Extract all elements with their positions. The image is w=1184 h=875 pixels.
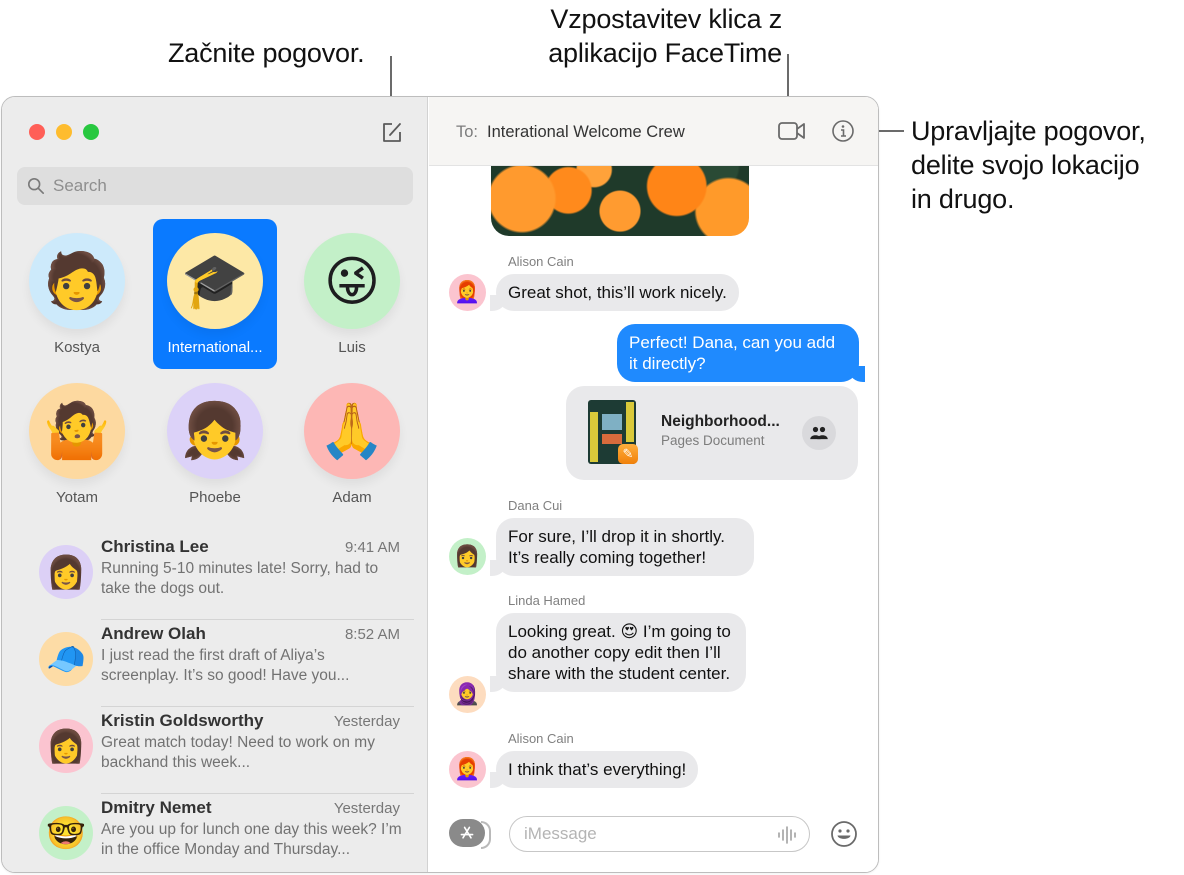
people-icon [810,426,828,440]
avatar: 🧕 [449,676,486,713]
conversation-name: Andrew Olah [101,624,206,643]
emoji-button[interactable] [830,820,858,848]
app-store-icon [460,826,474,839]
conversation-preview: Are you up for lunch one day this week? … [101,821,402,858]
to-label: To: [456,123,479,141]
minimize-window-button[interactable] [56,124,72,140]
compose-icon [383,123,401,142]
callout-facetime-line2: aplikacijo FaceTime [548,38,782,68]
avatar: 🧢 [39,632,93,686]
sender-name: Linda Hamed [508,593,586,608]
pinned-item[interactable]: 🤷 Yotam [15,369,139,519]
avatar: 👧 [167,383,263,479]
conversation-preview: Running 5-10 minutes late! Sorry, had to… [101,560,379,597]
pinned-item-label: Adam [332,489,372,506]
zoom-window-button[interactable] [83,124,99,140]
callout-facetime: Vzpostavitev klica z aplikacijo FaceTime [520,2,782,70]
conversation-time: 9:41 AM [344,539,400,556]
message-input[interactable] [524,824,764,844]
message-bubble-incoming: For sure, I’ll drop it in shortly. It’s … [490,518,754,576]
pages-app-icon: ✎ [618,444,638,464]
video-camera-icon [778,122,805,140]
message-bubble-outgoing: Perfect! Dana, can you add it directly? [617,324,865,382]
info-icon [832,120,854,142]
pinned-item[interactable]: 🎓 International... [153,219,277,369]
sender-name: Alison Cain [508,254,574,269]
close-window-button[interactable] [29,124,45,140]
conversation-time: 8:52 AM [344,626,400,643]
pinned-item-label: Kostya [54,339,100,356]
audio-message-icon[interactable] [777,825,797,845]
compose-button[interactable] [380,120,404,144]
conversation-time: Yesterday [333,713,400,730]
avatar: 🙏 [304,383,400,479]
conversation-item[interactable]: 👩 Kristin Goldsworthy Yesterday Great ma… [2,707,428,794]
pinned-item[interactable]: 🧑 Kostya [15,219,139,369]
callout-details-line3: in drugo. [911,184,1015,214]
conversation-list: 👩 Christina Lee 9:41 AM Running 5-10 min… [2,533,428,872]
message-bubble-incoming: Looking great. 😍 I’m going to do another… [490,613,746,692]
avatar: 🤓 [39,806,93,860]
document-type: Pages Document [661,433,765,448]
pinned-item-label: Phoebe [189,489,241,506]
avatar: 👩‍🦰 [449,274,486,311]
avatar: 🧑 [29,233,125,329]
document-attachment[interactable]: ✎ Neighborhood... Pages Document [566,386,858,480]
pinned-item-label: Luis [338,339,366,356]
search-icon [27,177,45,195]
avatar: 👩‍🦰 [449,751,486,788]
sender-name: Alison Cain [508,731,574,746]
conversation-name: Dmitry Nemet [101,798,212,817]
pinned-item[interactable]: 🙏 Adam [290,369,414,519]
conversation-name: Kristin Goldsworthy [101,711,264,730]
collaboration-button[interactable] [802,416,836,450]
message-field[interactable] [509,816,810,852]
pinned-item[interactable]: 👧 Phoebe [153,369,277,519]
avatar: 😜 [304,233,400,329]
sender-name: Dana Cui [508,498,563,513]
message-bubble-incoming: I think that’s everything! [489,751,699,788]
pinned-item-label: Yotam [56,489,98,506]
pinned-item-label: International... [167,339,263,356]
conversation-item[interactable]: 👩 Christina Lee 9:41 AM Running 5-10 min… [2,533,428,620]
pinned-item[interactable]: 😜 Luis [290,219,414,369]
conversation-preview: Great match today! Need to work on my ba… [101,734,375,771]
callout-details-line2: delite svojo lokacijo [911,150,1140,180]
callout-details-line1: Upravljajte pogovor, [911,116,1146,146]
conversation-time: Yesterday [333,800,400,817]
conversation-name: Christina Lee [101,537,209,556]
facetime-button[interactable] [777,119,807,143]
avatar: 🎓 [167,233,263,329]
avatar: 👩 [39,545,93,599]
recipient-name[interactable]: Interational Welcome Crew [487,123,685,142]
smiley-icon [831,821,857,847]
avatar: 👩 [39,719,93,773]
apps-button[interactable] [449,819,491,849]
callout-facetime-line1: Vzpostavitev klica z [550,4,782,34]
conversation-item[interactable]: 🧢 Andrew Olah 8:52 AM I just read the fi… [2,620,428,707]
search-input[interactable] [53,176,393,196]
conversation-preview: I just read the first draft of Aliya’s s… [101,647,350,684]
chat-header: To: Interational Welcome Crew [429,97,878,166]
conversation-item[interactable]: 🤓 Dmitry Nemet Yesterday Are you up for … [2,794,428,872]
sidebar: 🧑 Kostya 🎓 International... 😜 Luis 🤷 Yot… [2,97,428,872]
callout-details: Upravljajte pogovor, delite svojo lokaci… [911,114,1146,216]
chat-pane: To: Interational Welcome Crew Alison Cai… [429,97,878,872]
message-bubble-incoming: Great shot, this’ll work nicely. [490,274,739,311]
details-button[interactable] [831,119,855,143]
document-name: Neighborhood... [661,413,780,430]
avatar: 👩 [449,538,486,575]
messages-window: 🧑 Kostya 🎓 International... 😜 Luis 🤷 Yot… [1,96,879,873]
search-field[interactable] [17,167,413,205]
avatar: 🤷 [29,383,125,479]
callout-compose: Začnite pogovor. [168,38,365,68]
